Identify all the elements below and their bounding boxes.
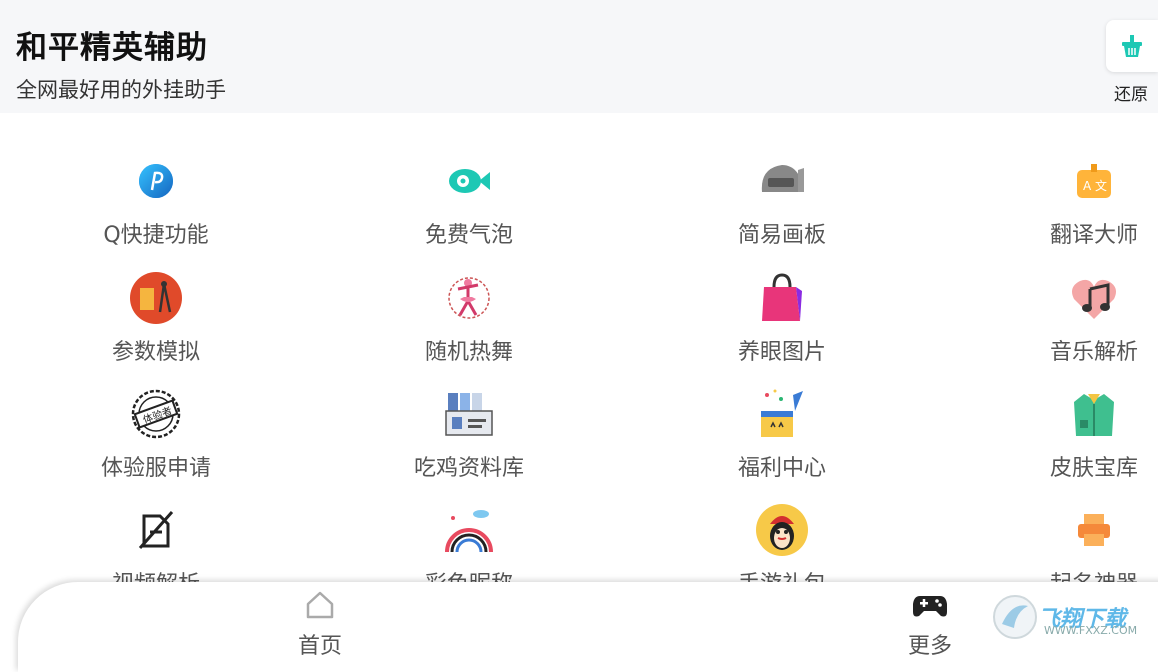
grid-item-free-bubble[interactable]: 免费气泡 (369, 155, 569, 255)
grid-item-simple-board[interactable]: 简易画板 (682, 155, 882, 255)
grid-item-label: 随机热舞 (424, 340, 513, 365)
grid-item-translate[interactable]: A文 翻译大师 (994, 155, 1158, 255)
watermark-logo: 飞翔下载 WWW.FXXZ.COM (992, 592, 1152, 642)
nav-home-label: 首页 (297, 634, 342, 659)
grid-item-label: 音乐解析 (1049, 340, 1138, 365)
rainbow-icon (443, 504, 495, 556)
ruler-compass-icon (130, 272, 182, 324)
home-icon (306, 591, 334, 619)
grid-item-random-dance[interactable]: 随机热舞 (369, 272, 569, 372)
stamp-icon: 体验者 (130, 388, 182, 440)
grid-item-params[interactable]: 参数模拟 (56, 272, 256, 372)
svg-text:文: 文 (1095, 178, 1107, 193)
video-off-icon (130, 504, 182, 556)
restore-label: 还原 (1114, 85, 1148, 105)
q-app-icon (130, 155, 182, 207)
penguin-icon (756, 504, 808, 556)
printer-icon (1068, 504, 1120, 556)
files-icon (443, 388, 495, 440)
gamepad-icon (913, 596, 947, 617)
nav-home[interactable]: 首页 (280, 590, 360, 660)
grid-item-trial-server[interactable]: 体验者 体验服申请 (56, 388, 256, 488)
page-title: 和平精英辅助 (16, 30, 208, 66)
bubble-fish-icon (443, 155, 495, 207)
grid-item-label: Q快捷功能 (103, 223, 209, 248)
grid-item-label: 养眼图片 (737, 340, 826, 365)
dancer-icon (443, 272, 495, 324)
app-header: 和平精英辅助 全网最好用的外挂助手 (0, 0, 1158, 113)
jacket-icon (1068, 388, 1120, 440)
fxxz-logo-icon (993, 595, 1037, 639)
grid-item-label: 体验服申请 (100, 456, 211, 481)
grid-item-pubg-database[interactable]: 吃鸡资料库 (369, 388, 569, 488)
gift-box-icon (756, 388, 808, 440)
bottom-nav (18, 582, 1158, 672)
grid-item-label: 吃鸡资料库 (413, 456, 524, 481)
grid-item-label: 皮肤宝库 (1049, 456, 1138, 481)
grid-item-music[interactable]: 音乐解析 (994, 272, 1158, 372)
grid-item-label: 免费气泡 (424, 223, 513, 248)
nav-more-label: 更多 (907, 634, 952, 659)
watermark-url: WWW.FXXZ.COM (1044, 624, 1138, 637)
svg-text:A: A (1083, 179, 1092, 193)
grid-item-label: 参数模拟 (111, 340, 200, 365)
grid-item-label: 福利中心 (737, 456, 826, 481)
nav-more[interactable]: 更多 (890, 590, 970, 660)
grid-item-label: 简易画板 (737, 223, 826, 248)
grid-item-q-quick[interactable]: Q快捷功能 (56, 155, 256, 255)
page-subtitle: 全网最好用的外挂助手 (16, 78, 226, 102)
grid-item-label: 翻译大师 (1049, 223, 1138, 248)
grid-item-eye-candy[interactable]: 养眼图片 (682, 272, 882, 372)
helmet-icon (756, 155, 808, 207)
grid-item-skin-vault[interactable]: 皮肤宝库 (994, 388, 1158, 488)
music-note-icon (1068, 272, 1120, 324)
shopping-bag-icon (756, 272, 808, 324)
grid-item-welfare[interactable]: 福利中心 (682, 388, 882, 488)
restore-button[interactable] (1106, 20, 1158, 72)
translate-icon: A文 (1068, 155, 1120, 207)
basket-icon (1122, 35, 1142, 57)
